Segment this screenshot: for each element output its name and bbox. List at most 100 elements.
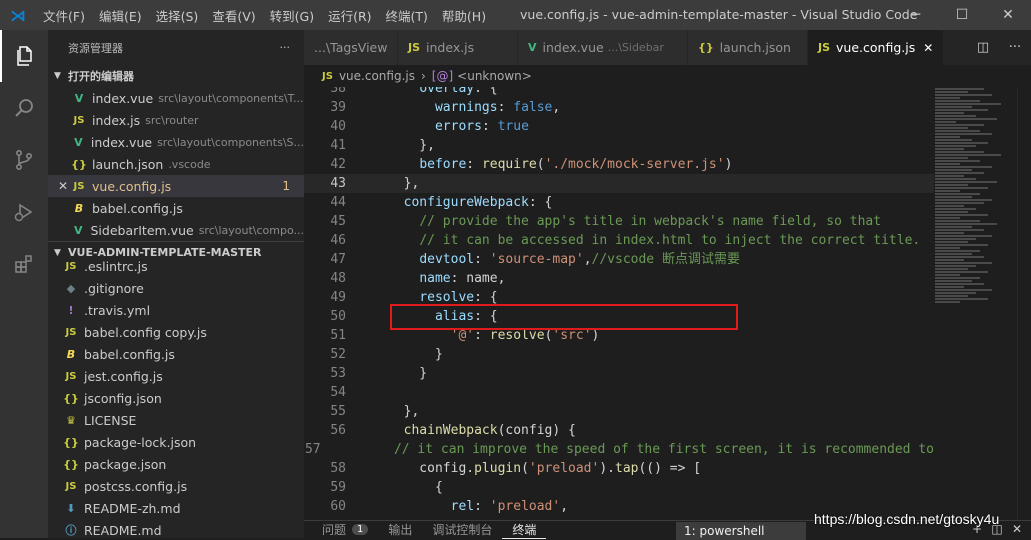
split-editor-icon[interactable]: ◫ (967, 40, 999, 55)
minimap-line (935, 184, 968, 186)
breadcrumb-file[interactable]: vue.config.js (339, 69, 415, 83)
code-line[interactable]: 52 } (304, 345, 934, 364)
vertical-scrollbar[interactable] (1017, 87, 1031, 520)
code-line[interactable]: 45 // provide the app's title in webpack… (304, 212, 934, 231)
menu-selection[interactable]: 选择(S) (149, 6, 206, 25)
code-line[interactable]: 53 } (304, 364, 934, 383)
menu-run[interactable]: 运行(R) (321, 6, 378, 25)
line-number: 54 (330, 385, 346, 400)
file-item[interactable]: ⬇ README-zh.md (48, 497, 304, 519)
minimap-line (935, 277, 981, 279)
close-window-button[interactable]: ✕ (985, 0, 1031, 30)
tab-vue-config-js[interactable]: JS vue.config.js ✕ (808, 30, 944, 65)
open-editor-item[interactable]: {} launch.json .vscode (48, 153, 304, 175)
menu-go[interactable]: 转到(G) (263, 6, 321, 25)
code-line[interactable]: 39 warnings: false, (304, 98, 934, 117)
tab-index-vue[interactable]: Vindex.vue ...\Sidebar (518, 30, 688, 65)
minimap-line (935, 268, 968, 270)
json-file-icon: {} (71, 157, 87, 171)
line-number: 55 (330, 404, 346, 419)
tab-problems[interactable]: 问题 1 (312, 521, 378, 538)
code-line[interactable]: 44 configureWebpack: { (304, 193, 934, 212)
open-editor-item[interactable]: Vindex.vue src\layout\components\T... (48, 87, 304, 109)
minimap-line (935, 226, 972, 228)
line-number: 47 (330, 252, 346, 267)
explorer-icon[interactable] (0, 30, 48, 82)
line-number: 51 (330, 328, 346, 343)
file-item[interactable]: JS postcss.config.js (48, 475, 304, 497)
tab-label: 问题 (322, 523, 347, 537)
file-item[interactable]: JS babel.config copy.js (48, 321, 304, 343)
code-line[interactable]: 59 { (304, 478, 934, 497)
minimap-line (935, 190, 960, 192)
file-name: jsconfig.json (84, 390, 162, 406)
extensions-icon[interactable] (0, 238, 48, 290)
tab-tagsview[interactable]: ...\TagsView (304, 30, 398, 65)
minimize-button[interactable]: ─ (893, 0, 939, 30)
minimap-line (935, 229, 985, 231)
code-line[interactable]: 55 }, (304, 402, 934, 421)
file-item[interactable]: {} jsconfig.json (48, 387, 304, 409)
minimap-line (935, 259, 964, 261)
menu-edit[interactable]: 编辑(E) (92, 6, 149, 25)
line-number: 49 (330, 290, 346, 305)
line-text: }, (388, 138, 435, 153)
file-item[interactable]: {} package.json (48, 453, 304, 475)
js-file-icon: JS (322, 70, 333, 82)
file-item[interactable]: JS jest.config.js (48, 365, 304, 387)
project-label: VUE-ADMIN-TEMPLATE-MASTER (68, 246, 262, 259)
file-item[interactable]: ◆ .gitignore (48, 277, 304, 299)
code-line[interactable]: 38 overlay: { (304, 87, 934, 98)
maximize-button[interactable]: ☐ (939, 0, 985, 30)
close-tab-icon[interactable]: ✕ (923, 41, 933, 55)
tab-debug-console[interactable]: 调试控制台 (422, 521, 502, 538)
code-line[interactable]: 43 }, (304, 174, 934, 193)
code-line[interactable]: 48 name: name, (304, 269, 934, 288)
code-line[interactable]: 47 devtool: 'source-map',//vscode 断点调试需要 (304, 250, 934, 269)
open-editors-header[interactable]: ▼ 打开的编辑器 (48, 65, 304, 87)
code-line[interactable]: 46 // it can be accessed in index.html t… (304, 231, 934, 250)
code-line[interactable]: 54 (304, 383, 934, 402)
js-file-icon: JS (73, 180, 85, 192)
menu-terminal[interactable]: 终端(T) (379, 6, 435, 25)
menu-help[interactable]: 帮助(H) (435, 6, 493, 25)
tab-launch-json[interactable]: {} launch.json (688, 30, 808, 65)
open-editor-item[interactable]: Vindex.vue src\layout\components\S... (48, 131, 304, 153)
tab-output[interactable]: 输出 (378, 521, 422, 538)
open-editor-item[interactable]: JS index.js src\router (48, 109, 304, 131)
breadcrumb-symbol[interactable]: <unknown> (457, 69, 532, 83)
minimap[interactable] (935, 87, 1017, 377)
open-editor-item-active[interactable]: ✕ JS vue.config.js 1 (48, 175, 304, 197)
code-line[interactable]: 40 errors: true (304, 117, 934, 136)
line-number: 46 (330, 233, 346, 248)
code-line[interactable]: 58 config.plugin('preload').tap(() => [ (304, 459, 934, 478)
file-item[interactable]: ⓘ README.md (48, 519, 304, 538)
terminal-select[interactable]: 1: powershell (676, 522, 806, 540)
file-item[interactable]: {} package-lock.json (48, 431, 304, 453)
menu-view[interactable]: 查看(V) (205, 6, 262, 25)
more-actions-icon[interactable]: ··· (280, 41, 291, 54)
tab-index-js[interactable]: JS index.js (398, 30, 518, 65)
line-number: 59 (330, 480, 346, 495)
close-editor-icon[interactable]: ✕ (56, 179, 70, 193)
code-editor[interactable]: 38 overlay: {39 warnings: false, 40 error… (304, 87, 934, 520)
minimap-line (935, 301, 960, 303)
more-actions-icon[interactable]: ··· (999, 40, 1031, 55)
code-line[interactable]: 42 before: require('./mock/mock-server.j… (304, 155, 934, 174)
menu-file[interactable]: 文件(F) (36, 6, 92, 25)
search-icon[interactable] (0, 82, 48, 134)
open-editor-item[interactable]: V SidebarItem.vue src\layout\compo... (48, 219, 304, 241)
file-item[interactable]: ! .travis.yml (48, 299, 304, 321)
minimap-line (935, 286, 964, 288)
open-editor-item[interactable]: Bbabel.config.js (48, 197, 304, 219)
code-line[interactable]: 56 chainWebpack(config) { (304, 421, 934, 440)
minimap-line (935, 109, 989, 111)
run-debug-icon[interactable] (0, 186, 48, 238)
tab-terminal[interactable]: 终端 (502, 521, 547, 539)
code-line[interactable]: 41 }, (304, 136, 934, 155)
file-item[interactable]: Bbabel.config.js (48, 343, 304, 365)
close-panel-icon[interactable]: ✕ (1007, 522, 1027, 536)
file-item[interactable]: ♛ LICENSE (48, 409, 304, 431)
source-control-icon[interactable] (0, 134, 48, 186)
code-line[interactable]: 57 // it can improve the speed of the fi… (304, 440, 934, 459)
